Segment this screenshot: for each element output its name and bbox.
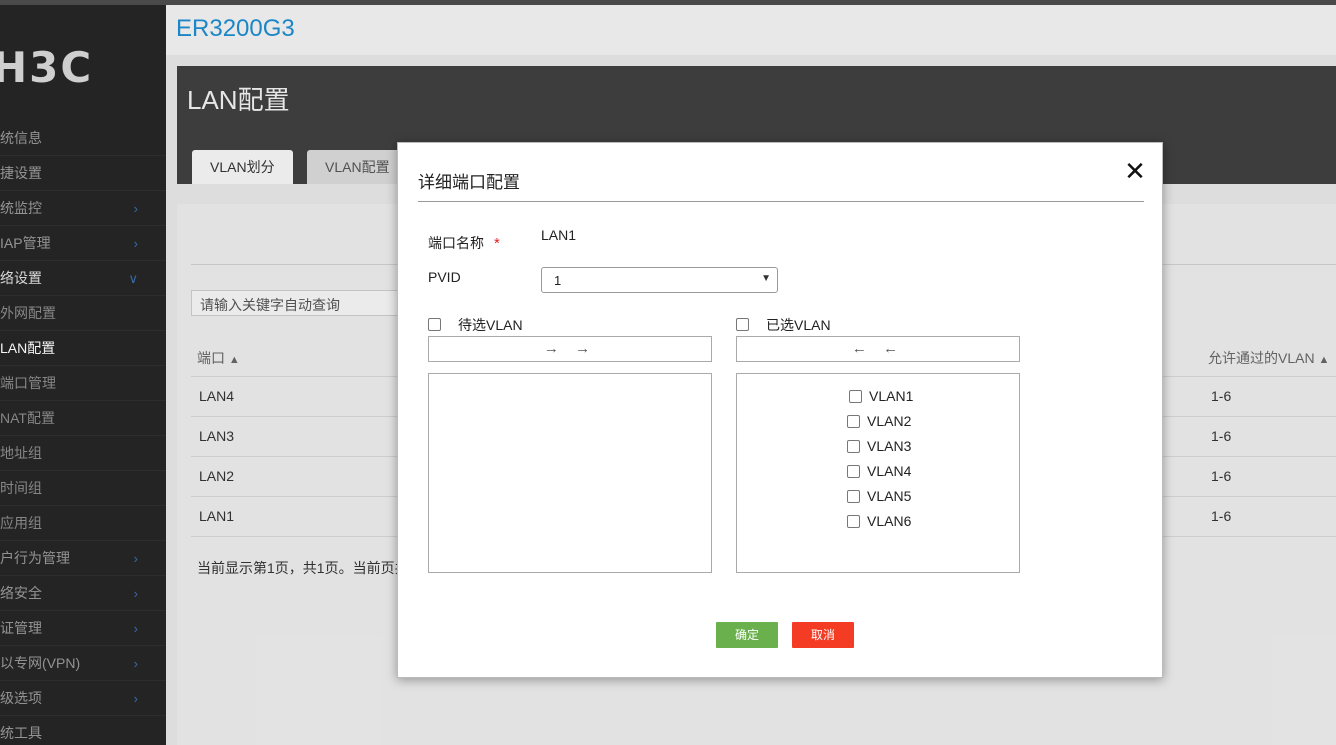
pvid-label: PVID: [428, 269, 461, 285]
move-left-button[interactable]: ← ←: [736, 336, 1020, 362]
pvid-select[interactable]: 1 ▼: [541, 267, 778, 293]
vlan-checkbox[interactable]: [849, 390, 862, 403]
pending-vlan-list[interactable]: [428, 373, 712, 573]
vlan-label: VLAN4: [867, 463, 912, 479]
vlan-label: VLAN5: [867, 488, 912, 504]
select-all-selected-checkbox[interactable]: [736, 318, 749, 331]
vlan-label: VLAN2: [867, 413, 912, 429]
required-mark: *: [494, 235, 500, 252]
arrow-right-icon: → →: [543, 340, 597, 357]
vlan-label: VLAN3: [867, 438, 912, 454]
move-right-button[interactable]: → →: [428, 336, 712, 362]
port-name-value: LAN1: [541, 227, 577, 243]
vlan-label: VLAN1: [869, 388, 914, 404]
vlan-checkbox[interactable]: [847, 415, 860, 428]
close-icon[interactable]: ✕: [1124, 158, 1146, 184]
dialog-divider: [418, 201, 1144, 202]
pending-vlan-label: 待选VLAN: [458, 317, 523, 333]
port-config-dialog: 详细端口配置 ✕ 端口名称 * LAN1 PVID 1 ▼ 待选VLAN → →…: [397, 142, 1163, 678]
vlan-checkbox[interactable]: [847, 465, 860, 478]
selected-vlan-label: 已选VLAN: [766, 317, 831, 333]
top-border: [0, 0, 1336, 5]
pvid-selected-value: 1: [554, 273, 562, 288]
vlan-checkbox[interactable]: [847, 440, 860, 453]
vlan-checkbox[interactable]: [847, 515, 860, 528]
chevron-down-icon: ▼: [761, 273, 771, 284]
select-all-pending-checkbox[interactable]: [428, 318, 441, 331]
cancel-button[interactable]: 取消: [792, 622, 854, 648]
selected-vlan-list: VLAN1 VLAN2 VLAN3 VLAN4 VLAN5 VLAN6: [736, 373, 1020, 573]
vlan-label: VLAN6: [867, 513, 912, 529]
dialog-title: 详细端口配置: [418, 173, 520, 192]
port-name-label: 端口名称: [428, 235, 484, 251]
arrow-left-icon: ← ←: [851, 340, 905, 357]
confirm-button[interactable]: 确定: [716, 622, 778, 648]
vlan-checkbox[interactable]: [847, 490, 860, 503]
